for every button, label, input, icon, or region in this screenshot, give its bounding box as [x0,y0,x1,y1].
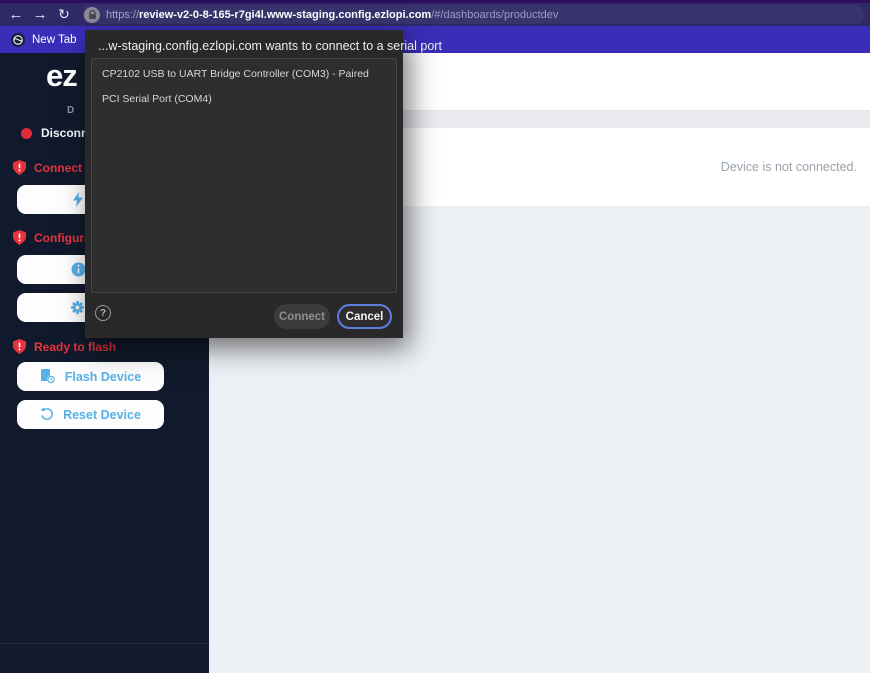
reset-device-label: Reset Device [63,407,141,422]
forward-icon[interactable]: → [28,3,52,26]
tab-new-tab[interactable]: New Tab [32,34,77,46]
serial-port-dialog: ...w-staging.config.ezlopi.com wants to … [85,30,442,338]
section-connect: Connect t [13,160,89,175]
status-dot-icon [21,127,32,139]
url-domain: review-v2-0-8-165-r7gi4l.www-staging.con… [139,8,432,21]
device-status-message: Device is not connected. [720,160,857,174]
reload-icon[interactable]: ↻ [52,3,76,26]
dialog-title: ...w-staging.config.ezlopi.com wants to … [98,39,442,53]
help-icon[interactable]: ? [95,305,111,321]
serial-port-option[interactable]: CP2102 USB to UART Bridge Controller (CO… [92,59,396,84]
url-path: /#/dashboards/productdev [431,8,559,21]
flash-device-icon [40,369,55,384]
back-icon[interactable]: ← [4,3,28,26]
reset-icon [40,407,53,420]
alert-shield-icon [13,339,26,354]
serial-port-option[interactable]: PCI Serial Port (COM4) [92,84,396,109]
section-configurations: Configura [13,230,91,245]
alert-shield-icon [13,160,26,175]
flash-device-button[interactable]: Flash Device [17,362,164,391]
address-bar[interactable]: https://review-v2-0-8-165-r7gi4l.www-sta… [82,5,864,24]
sidebar-footer-divider [0,643,209,644]
section-ready-to-flash: Ready to flash [13,339,116,354]
serial-port-list: CP2102 USB to UART Bridge Controller (CO… [91,58,397,293]
info-icon [71,262,85,277]
lock-icon [84,6,100,23]
logo-caption: D [67,105,75,116]
reset-device-button[interactable]: Reset Device [17,400,164,429]
app-logo: ez [46,58,78,93]
flash-device-label: Flash Device [64,369,142,384]
url-text: https://review-v2-0-8-165-r7gi4l.www-sta… [106,9,558,21]
section-configurations-label: Configura [34,230,91,245]
lightning-icon [72,192,83,207]
url-scheme: https:// [106,8,140,21]
alert-shield-icon [13,230,26,245]
browser-toolbar: ← → ↻ https://review-v2-0-8-165-r7gi4l.w… [0,0,870,26]
tab-favicon-icon [11,32,25,47]
dialog-connect-button[interactable]: Connect [274,304,330,329]
dialog-cancel-button[interactable]: Cancel [337,304,392,329]
gear-icon [71,300,85,315]
section-connect-label: Connect t [34,160,90,175]
section-ready-to-flash-label: Ready to flash [34,339,117,354]
connection-status: Disconne [21,126,95,140]
